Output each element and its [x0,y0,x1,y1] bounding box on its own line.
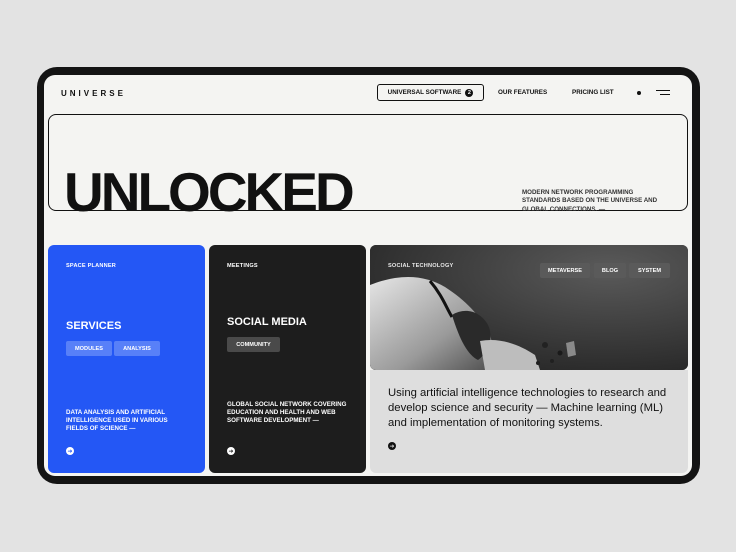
card-services[interactable]: SPACE PLANNER SERVICES MODULES ANALYSIS … [48,245,205,473]
card-title: SERVICES [66,320,122,332]
app-screen: UNIVERSE UNIVERSAL SOFTWARE 2 OUR FEATUR… [44,75,692,476]
nav-pricing-list[interactable]: PRICING LIST [572,89,614,96]
hero-panel: UNLOCKED MODERN NETWORK PROGRAMMING STAN… [48,114,688,220]
nav-universal-software[interactable]: UNIVERSAL SOFTWARE 2 [377,84,484,101]
nav-universal-software-label: UNIVERSAL SOFTWARE [387,89,462,96]
menu-icon[interactable] [656,89,670,97]
card-eyebrow: SOCIAL TECHNOLOGY [388,263,454,269]
tag-community[interactable]: COMMUNITY [227,337,280,352]
tag-metaverse[interactable]: METAVERSE [540,263,590,278]
arrow-right-icon[interactable]: ➜ [388,442,396,450]
tag-analysis[interactable]: ANALYSIS [114,341,160,356]
tag-blog[interactable]: BLOG [594,263,626,278]
status-dot [637,91,641,95]
card-social-media[interactable]: MEETINGS SOCIAL MEDIA COMMUNITY GLOBAL S… [209,245,366,473]
nav-our-features[interactable]: OUR FEATURES [498,89,547,96]
card-eyebrow: MEETINGS [227,263,258,269]
card-title: SOCIAL MEDIA [227,316,307,328]
tag-system[interactable]: SYSTEM [629,263,670,278]
nav-count-badge: 2 [465,88,474,97]
arrow-right-icon[interactable]: ➜ [227,447,235,455]
tag-modules[interactable]: MODULES [66,341,112,356]
card-description: DATA ANALYSIS AND ARTIFICIAL INTELLIGENC… [66,409,168,433]
logo[interactable]: UNIVERSE [61,89,126,98]
card-technology-text[interactable]: Using artificial intelligence technologi… [370,370,688,473]
card-technology-image[interactable]: SOCIAL TECHNOLOGY METAVERSE BLOG SYSTEM [370,245,688,370]
technology-body: Using artificial intelligence technologi… [388,387,667,429]
card-description: GLOBAL SOCIAL NETWORK COVERING EDUCATION… [227,401,347,425]
card-eyebrow: SPACE PLANNER [66,263,117,269]
arrow-right-icon[interactable]: ➜ [66,447,74,455]
hero-title: UNLOCKED [64,161,355,223]
hero-description: MODERN NETWORK PROGRAMMING STANDARDS BAS… [522,189,658,213]
